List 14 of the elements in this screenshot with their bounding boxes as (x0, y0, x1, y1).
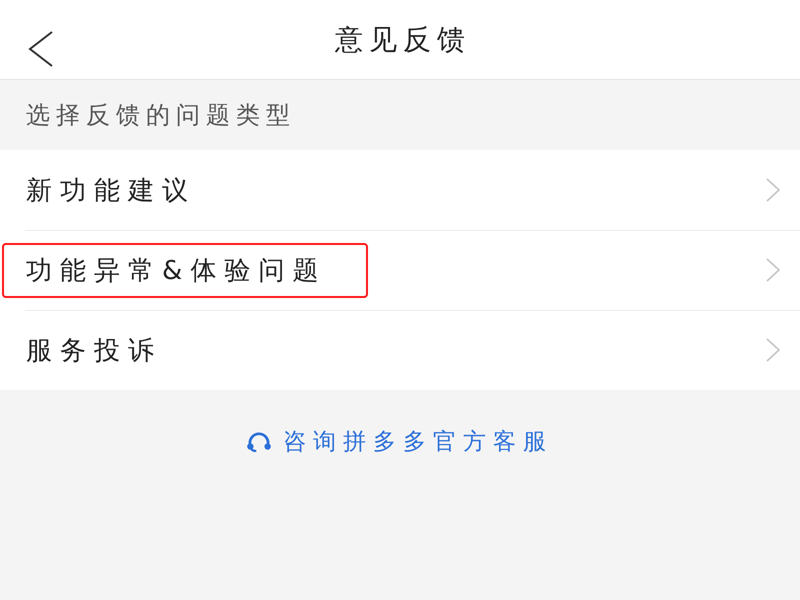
customer-service-link[interactable]: 咨询拼多多官方客服 (247, 426, 553, 457)
option-item[interactable]: 功能异常&体验问题 (0, 230, 800, 310)
section-heading: 选择反馈的问题类型 (26, 100, 296, 131)
option-item[interactable]: 服务投诉 (0, 310, 800, 390)
option-item[interactable]: 新功能建议 (0, 150, 800, 230)
page-title: 意见反馈 (335, 22, 471, 58)
chevron-right-icon (766, 178, 780, 202)
chevron-right-icon (766, 258, 780, 282)
headset-icon (247, 432, 271, 452)
option-label: 新功能建议 (26, 176, 196, 206)
back-icon[interactable] (28, 31, 54, 67)
chevron-right-icon (766, 338, 780, 362)
option-label: 功能异常&体验问题 (26, 256, 326, 286)
option-label: 服务投诉 (26, 336, 162, 366)
